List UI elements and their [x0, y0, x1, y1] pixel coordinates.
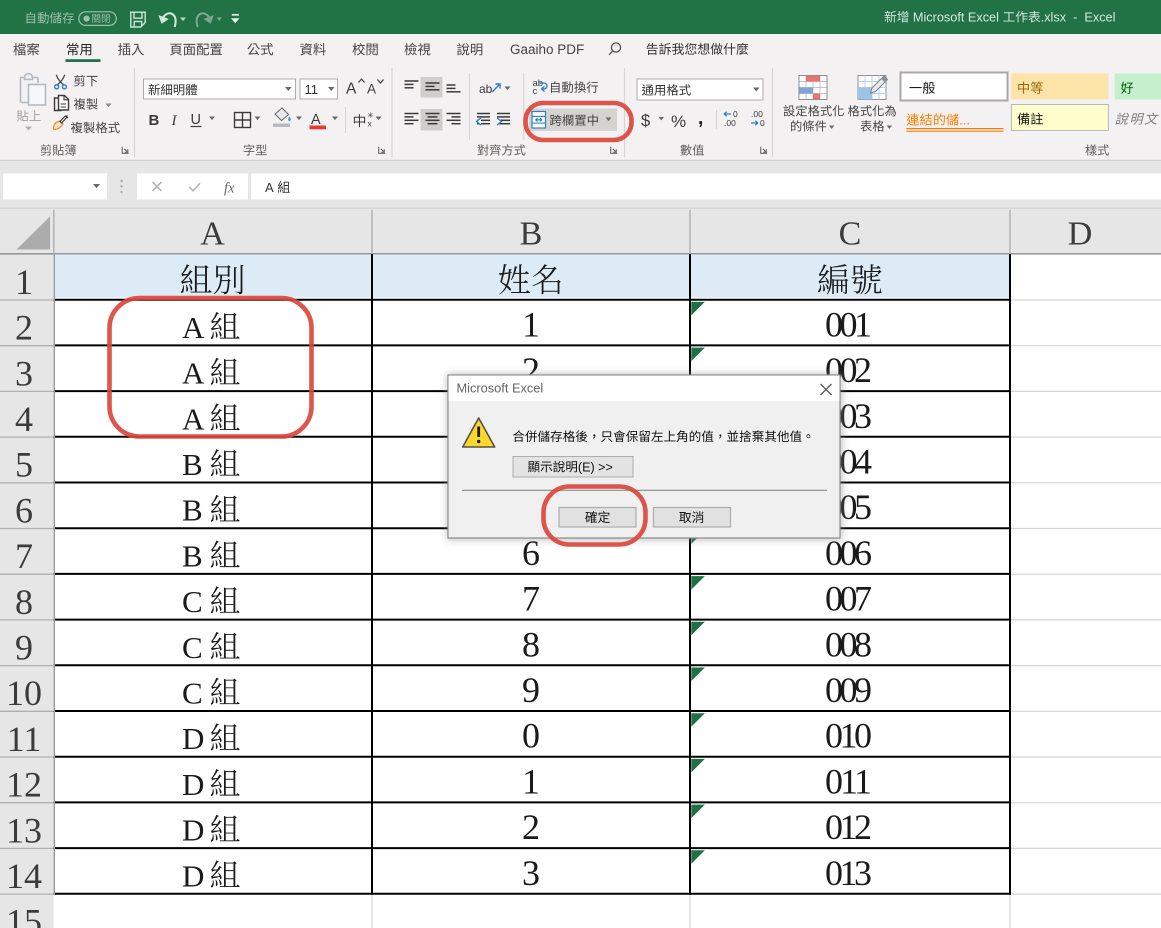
svg-text:1: 1: [522, 304, 540, 344]
svg-text:A: A: [265, 180, 277, 195]
svg-text:1: 1: [15, 262, 33, 302]
svg-text:.00: .00: [724, 118, 736, 128]
svg-text:(E) >>: (E) >>: [578, 460, 613, 474]
svg-text:13: 13: [6, 810, 42, 850]
svg-text:Microsoft Excel: Microsoft Excel: [457, 381, 544, 396]
svg-text:C: C: [839, 216, 862, 253]
svg-text:8: 8: [522, 624, 540, 664]
svg-text:5: 5: [15, 445, 33, 485]
svg-text:B: B: [182, 493, 203, 528]
svg-text:B: B: [182, 538, 203, 573]
svg-text:D: D: [1068, 216, 1093, 253]
svg-text:14: 14: [6, 856, 42, 896]
svg-text:I: I: [171, 113, 178, 129]
svg-text:U: U: [191, 112, 201, 128]
svg-text:9: 9: [15, 628, 33, 668]
svg-text:008: 008: [825, 624, 872, 664]
svg-text:007: 007: [825, 579, 872, 619]
svg-text:3: 3: [522, 853, 540, 893]
svg-text:010: 010: [825, 716, 872, 756]
svg-text:$: $: [641, 112, 650, 130]
svg-text:Gaaiho PDF: Gaaiho PDF: [510, 42, 584, 57]
svg-text:1: 1: [522, 761, 540, 801]
svg-text:C: C: [182, 630, 203, 665]
svg-text:11: 11: [7, 719, 42, 759]
svg-text:.xlsx - Excel: .xlsx - Excel: [1041, 11, 1116, 25]
svg-text:c: c: [533, 86, 538, 97]
svg-text:10: 10: [6, 673, 42, 713]
svg-text:%: %: [671, 112, 686, 131]
svg-text:C: C: [182, 676, 203, 711]
svg-text:D: D: [182, 721, 204, 756]
svg-text:B: B: [182, 447, 203, 482]
svg-text:A: A: [367, 82, 376, 97]
svg-text:011: 011: [825, 761, 872, 801]
svg-text:,: ,: [698, 108, 703, 129]
svg-text:D: D: [182, 813, 204, 848]
svg-text:001: 001: [825, 304, 872, 344]
svg-text:A: A: [182, 310, 205, 345]
svg-text:...: ...: [959, 113, 970, 128]
svg-text:6: 6: [15, 490, 33, 530]
svg-text:fx: fx: [224, 181, 235, 197]
svg-text:15: 15: [6, 902, 42, 928]
svg-text:B: B: [520, 216, 543, 253]
svg-text:9: 9: [522, 670, 540, 710]
svg-text:013: 013: [825, 853, 872, 893]
svg-text:012: 012: [825, 807, 872, 847]
svg-text:4: 4: [15, 399, 33, 439]
svg-text:3: 3: [15, 353, 33, 393]
svg-text:7: 7: [15, 536, 33, 576]
svg-text:Microsoft Excel: Microsoft Excel: [909, 11, 1002, 25]
svg-text:009: 009: [825, 670, 872, 710]
svg-text:0: 0: [760, 118, 765, 128]
svg-text:D: D: [182, 767, 204, 802]
svg-text:B: B: [149, 112, 160, 129]
svg-text:A: A: [200, 216, 225, 253]
svg-text:A: A: [182, 356, 205, 391]
svg-text:8: 8: [15, 582, 33, 622]
svg-text:A: A: [346, 81, 357, 98]
svg-text:C: C: [182, 584, 203, 619]
svg-text:D: D: [182, 858, 204, 893]
svg-text:7: 7: [522, 579, 540, 619]
svg-text:A: A: [182, 401, 205, 436]
svg-text:ab: ab: [479, 82, 493, 96]
svg-text:2: 2: [522, 807, 540, 847]
svg-text:0: 0: [522, 716, 540, 756]
svg-text:12: 12: [6, 765, 42, 805]
svg-text:11: 11: [305, 82, 319, 97]
svg-text:2: 2: [15, 308, 33, 348]
